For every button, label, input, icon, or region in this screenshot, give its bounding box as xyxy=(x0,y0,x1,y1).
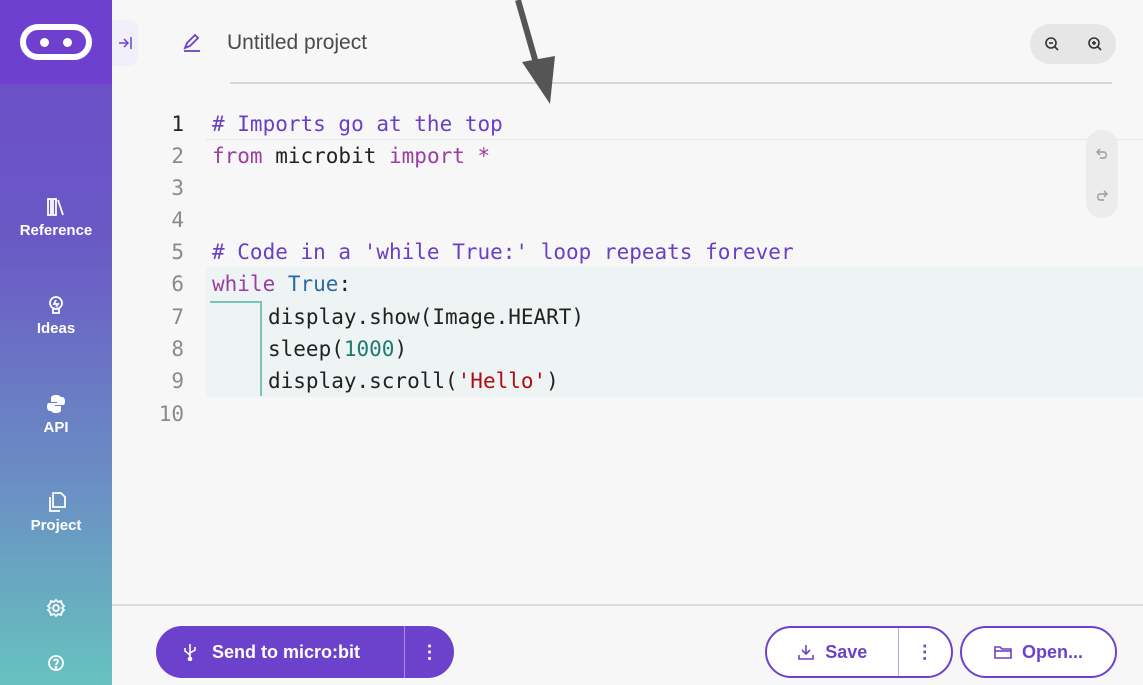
sidebar: Reference Ideas API Project xyxy=(0,0,112,685)
code-line[interactable]: 4 xyxy=(112,204,1143,236)
files-icon xyxy=(0,491,112,513)
save-button-group: Save ⋮ xyxy=(765,626,953,678)
sidebar-item-api[interactable]: API xyxy=(0,393,112,436)
help-button[interactable] xyxy=(0,654,112,677)
python-icon xyxy=(0,393,112,415)
usb-icon xyxy=(184,644,196,661)
open-button[interactable]: Open... xyxy=(960,626,1117,678)
line-number: 10 xyxy=(158,402,184,426)
settings-button[interactable] xyxy=(0,598,112,623)
collapse-icon xyxy=(119,37,132,49)
undo-redo-controls xyxy=(1086,130,1118,218)
code-text: display.scroll('Hello') xyxy=(268,369,559,393)
gear-icon xyxy=(46,598,66,622)
send-to-microbit-button[interactable]: Send to micro:bit ⋮ xyxy=(156,626,454,678)
undo-icon xyxy=(1096,148,1107,159)
line-number: 7 xyxy=(171,305,184,329)
code-line[interactable]: 2 from microbit import * xyxy=(112,140,1143,172)
microbit-logo[interactable] xyxy=(0,0,112,84)
sidebar-item-project[interactable]: Project xyxy=(0,491,112,534)
code-line[interactable]: 3 xyxy=(112,172,1143,204)
send-more-button[interactable]: ⋮ xyxy=(405,626,454,678)
sidebar-item-reference[interactable]: Reference xyxy=(0,196,112,239)
code-line[interactable]: 8 sleep(1000) xyxy=(112,333,1143,365)
line-number: 4 xyxy=(171,208,184,232)
code-editor[interactable]: 1 # Imports go at the top 2 from microbi… xyxy=(112,106,1143,604)
folder-icon xyxy=(994,646,1012,659)
pencil-icon[interactable] xyxy=(182,32,202,57)
line-number: 9 xyxy=(171,369,184,393)
save-label: Save xyxy=(825,641,868,662)
header: Untitled project xyxy=(112,0,1143,84)
code-text: display.show(Image.HEART) xyxy=(268,305,585,329)
sidebar-item-label: API xyxy=(43,419,69,436)
code-line[interactable]: 9 display.scroll('Hello') xyxy=(112,365,1143,397)
collapse-sidebar-button[interactable] xyxy=(112,20,138,66)
footer-toolbar: Send to micro:bit ⋮ Save ⋮ Open... xyxy=(112,604,1143,685)
line-number: 6 xyxy=(171,272,184,296)
line-number: 5 xyxy=(171,240,184,264)
code-text: # Code in a 'while True:' loop repeats f… xyxy=(212,240,794,264)
sidebar-item-label: Reference xyxy=(19,222,93,239)
microbit-logo-icon xyxy=(20,24,92,60)
zoom-in-button[interactable] xyxy=(1077,26,1113,62)
sidebar-item-ideas[interactable]: Ideas xyxy=(0,294,112,337)
code-text: from microbit import * xyxy=(212,144,491,168)
code-text: while True: xyxy=(212,272,352,296)
code-text: # Imports go at the top xyxy=(212,112,503,136)
code-line[interactable]: 10 xyxy=(112,398,1143,430)
annotation-arrow xyxy=(515,0,555,104)
library-icon xyxy=(0,196,112,218)
project-title[interactable]: Untitled project xyxy=(227,31,367,55)
download-icon xyxy=(798,645,815,660)
code-line[interactable]: 6 while True: xyxy=(112,268,1143,300)
code-text: sleep(1000) xyxy=(268,337,408,361)
zoom-out-button[interactable] xyxy=(1034,26,1070,62)
zoom-out-icon xyxy=(1044,37,1059,51)
send-label: Send to micro:bit xyxy=(212,641,360,662)
title-underline xyxy=(230,82,1112,84)
save-more-button[interactable]: ⋮ xyxy=(899,628,951,676)
line-number: 8 xyxy=(171,337,184,361)
undo-button[interactable] xyxy=(1094,146,1110,162)
redo-icon xyxy=(1097,190,1108,201)
open-label: Open... xyxy=(1021,641,1083,662)
zoom-in-icon xyxy=(1087,37,1102,51)
main-panel: Untitled project 1 # Imports go at the t… xyxy=(112,0,1143,685)
line-number: 2 xyxy=(171,144,184,168)
code-line[interactable]: 1 # Imports go at the top xyxy=(112,108,1143,140)
help-icon xyxy=(47,655,65,676)
line-number: 3 xyxy=(171,176,184,200)
sidebar-item-label: Project xyxy=(30,517,82,534)
code-line[interactable]: 7 display.show(Image.HEART) xyxy=(112,301,1143,333)
save-button[interactable]: Save xyxy=(767,628,898,676)
code-line[interactable]: 5 # Code in a 'while True:' loop repeats… xyxy=(112,236,1143,268)
line-number: 1 xyxy=(171,112,184,136)
zoom-controls xyxy=(1030,24,1116,64)
send-main[interactable]: Send to micro:bit xyxy=(156,626,404,678)
sidebar-item-label: Ideas xyxy=(36,320,76,337)
lightbulb-icon xyxy=(0,294,112,316)
redo-button[interactable] xyxy=(1094,188,1110,204)
